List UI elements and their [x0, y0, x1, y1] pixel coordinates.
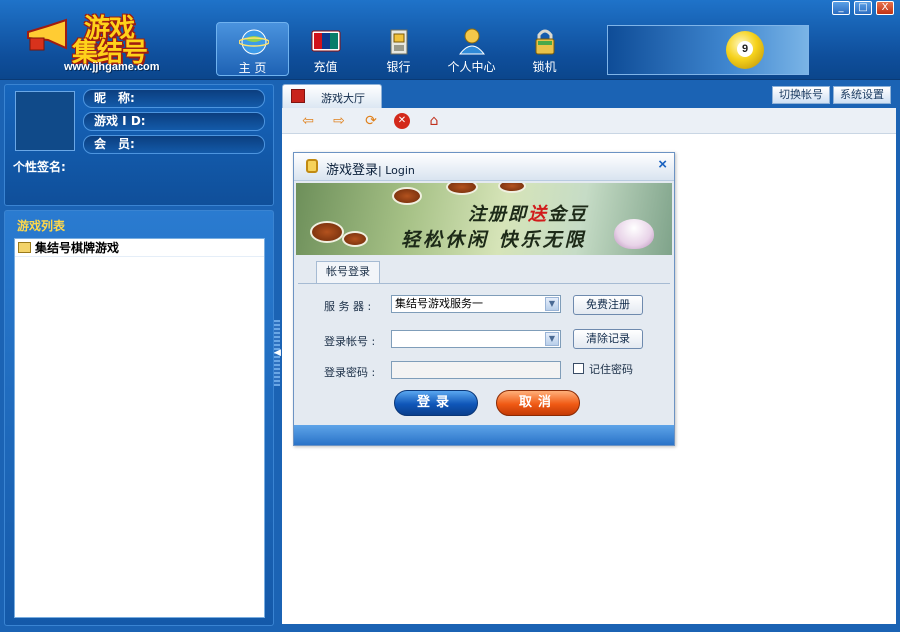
dialog-title: 游戏登录| Login — [326, 159, 415, 178]
globe-icon — [239, 29, 269, 55]
teacup-icon — [342, 231, 368, 247]
window-controls: _ □ X — [832, 1, 894, 15]
nav-lock[interactable]: 锁机 — [508, 22, 581, 76]
login-button[interactable]: 登录 — [394, 390, 478, 416]
padlock-icon — [535, 29, 555, 55]
bank-building-icon — [390, 29, 408, 55]
header: 游戏 集结号 www.jjhgame.com 主 页 充值 银行 个人中心 锁机… — [0, 0, 900, 80]
chevron-down-icon[interactable]: ▼ — [545, 332, 559, 346]
refresh-icon[interactable]: ⟳ — [363, 113, 379, 129]
dialog-close-icon[interactable]: × — [658, 156, 667, 173]
member-field: 会 员: — [83, 135, 265, 154]
tab-game-hall[interactable]: 游戏大厅 — [282, 84, 382, 108]
billiard-ball-icon: 9 — [726, 31, 764, 69]
teacup-icon — [446, 183, 478, 195]
nav-label: 银行 — [386, 60, 411, 74]
stop-icon[interactable]: ✕ — [394, 113, 410, 129]
banner-line-2: 轻松休闲 快乐无限 — [401, 229, 587, 251]
nav-label: 锁机 — [532, 60, 557, 74]
cancel-button[interactable]: 取消 — [496, 390, 580, 416]
nav-label: 个人中心 — [447, 60, 496, 74]
system-settings-button[interactable]: 系统设置 — [833, 86, 891, 104]
account-combobox[interactable]: ▼ — [391, 330, 561, 348]
main-nav: 主 页 充值 银行 个人中心 锁机 — [216, 22, 581, 78]
maximize-button[interactable]: □ — [854, 1, 872, 15]
login-dialog: 游戏登录| Login × 注册即送金豆 轻松休闲 快乐无限 帐号登录 服 务 … — [293, 152, 675, 446]
panel-splitter[interactable]: ◀ — [274, 320, 281, 386]
teacup-icon — [392, 187, 422, 205]
switch-account-button[interactable]: 切换帐号 — [772, 86, 830, 104]
tab-account-login[interactable]: 帐号登录 — [316, 261, 380, 283]
nav-label: 充值 — [313, 60, 338, 74]
forward-arrow-icon[interactable]: ⇨ — [331, 113, 347, 129]
nickname-field: 昵 称: — [83, 89, 265, 108]
trumpet-icon — [27, 18, 67, 51]
browser-toolbar: ⇦ ⇨ ⟳ ✕ ⌂ — [282, 108, 896, 134]
app-logo: 游戏 集结号 www.jjhgame.com — [26, 6, 176, 74]
server-select[interactable]: 集结号游戏服务一 ▼ — [391, 295, 561, 313]
home-icon[interactable]: ⌂ — [426, 113, 442, 129]
dialog-title-cn: 游戏登录 — [326, 163, 379, 178]
banner-line-1: 注册即送金豆 — [468, 200, 588, 226]
unionpay-card-icon — [311, 30, 341, 52]
close-window-button[interactable]: X — [876, 1, 894, 15]
teacup-icon — [310, 221, 344, 243]
chevron-down-icon[interactable]: ▼ — [545, 297, 559, 311]
minimize-button[interactable]: _ — [832, 1, 850, 15]
nav-home[interactable]: 主 页 — [216, 22, 289, 76]
signature-label: 个性签名: — [13, 160, 66, 174]
nav-user-center[interactable]: 个人中心 — [435, 22, 508, 76]
clear-records-button[interactable]: 清除记录 — [573, 329, 643, 349]
tab-bar: 游戏大厅 切换帐号 系统设置 — [282, 84, 896, 108]
game-hall-icon — [291, 89, 305, 103]
game-list: 集结号棋牌游戏 — [14, 238, 265, 618]
account-label: 登录帐号 : — [324, 335, 376, 348]
password-label: 登录密码 : — [324, 366, 376, 379]
user-center-icon — [458, 28, 486, 55]
list-item[interactable]: 集结号棋牌游戏 — [15, 239, 264, 257]
game-item-label: 集结号棋牌游戏 — [35, 241, 120, 255]
server-value: 集结号游戏服务一 — [395, 297, 483, 310]
game-list-title: 游戏列表 — [17, 219, 66, 233]
banner-text: 注册即 — [468, 204, 528, 225]
game-id-field: 游戏 I D: — [83, 112, 265, 131]
promo-banner: 注册即送金豆 轻松休闲 快乐无限 — [296, 183, 672, 255]
back-arrow-icon[interactable]: ⇦ — [300, 113, 316, 129]
divider — [298, 283, 670, 284]
lotus-flower-icon — [614, 219, 654, 249]
password-field[interactable] — [391, 361, 561, 379]
lock-icon — [306, 159, 318, 173]
teacup-icon — [498, 183, 526, 193]
tab-label: 游戏大厅 — [321, 92, 365, 105]
collapse-arrow-icon: ◀ — [274, 348, 281, 358]
server-label: 服 务 器 : — [324, 300, 372, 313]
avatar[interactable] — [15, 91, 75, 151]
nav-label: 主 页 — [238, 61, 267, 75]
header-ad-banner[interactable]: 9 — [607, 25, 809, 75]
dialog-title-en: | Login — [378, 164, 415, 177]
dialog-footer — [294, 425, 674, 445]
nav-bank[interactable]: 银行 — [362, 22, 435, 76]
game-folder-icon — [18, 242, 31, 253]
banner-highlight: 送 — [528, 204, 548, 225]
logo-url: www.jjhgame.com — [64, 61, 160, 73]
ball-number: 9 — [737, 41, 753, 57]
remember-password-checkbox[interactable] — [573, 363, 584, 374]
dialog-titlebar: 游戏登录| Login × — [294, 153, 674, 181]
remember-password-label: 记住密码 — [589, 363, 633, 376]
nav-recharge[interactable]: 充值 — [289, 22, 362, 76]
free-register-button[interactable]: 免费注册 — [573, 295, 643, 315]
banner-text: 金豆 — [548, 204, 588, 225]
game-list-panel: 游戏列表 集结号棋牌游戏 — [4, 210, 274, 626]
profile-panel: 昵 称: 游戏 I D: 会 员: 个性签名: — [4, 84, 274, 206]
